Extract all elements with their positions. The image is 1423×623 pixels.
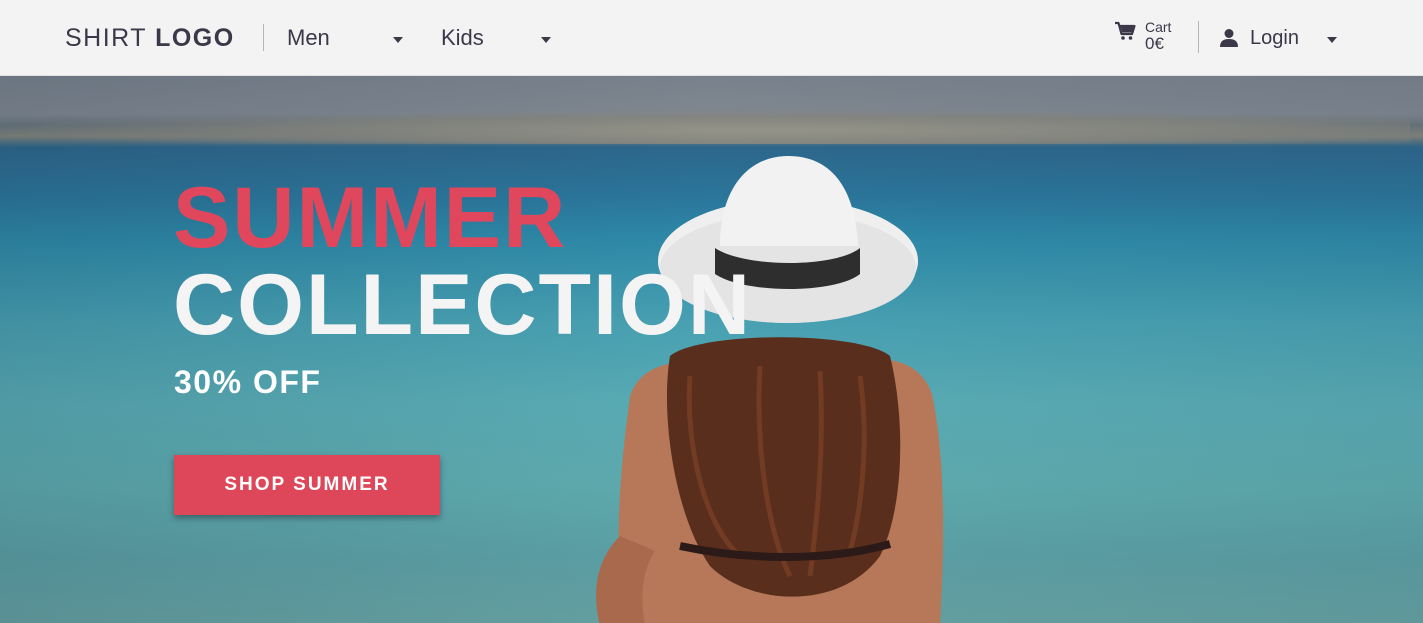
nav-item-kids[interactable]: Kids [441,22,551,54]
hero-title-line2: COLLECTION [173,257,752,353]
top-navbar: SHIRT LOGO Men Kids Cart 0€ Login [0,0,1423,76]
user-icon [1220,29,1238,47]
nav-item-men-label: Men [287,25,330,50]
logo-text-bold: LOGO [155,24,235,52]
login-label: Login [1250,27,1299,49]
cart-label: Cart [1145,19,1172,35]
nav-item-kids-label: Kids [441,25,484,50]
nav-divider [263,24,264,51]
login-menu[interactable]: Login [1219,22,1337,54]
hero-title-line1: SUMMER [173,170,568,266]
cart-total: 0€ [1145,34,1164,53]
chevron-down-icon [541,37,551,43]
logo-text-light: SHIRT [65,24,148,52]
chevron-down-icon [393,37,403,43]
hero-photo-woman-in-hat [596,156,944,623]
cart-button[interactable]: Cart 0€ [1114,19,1178,55]
hero-banner: SUMMER COLLECTION 30% OFF SHOP SUMMER [0,76,1423,623]
cart-icon [1115,21,1136,40]
shop-summer-button[interactable]: SHOP SUMMER [174,455,440,515]
brand-logo[interactable]: SHIRT LOGO [65,22,235,54]
nav-divider [1198,21,1199,53]
chevron-down-icon [1327,37,1337,43]
hero-discount: 30% OFF [174,364,322,400]
nav-item-men[interactable]: Men [287,22,403,54]
